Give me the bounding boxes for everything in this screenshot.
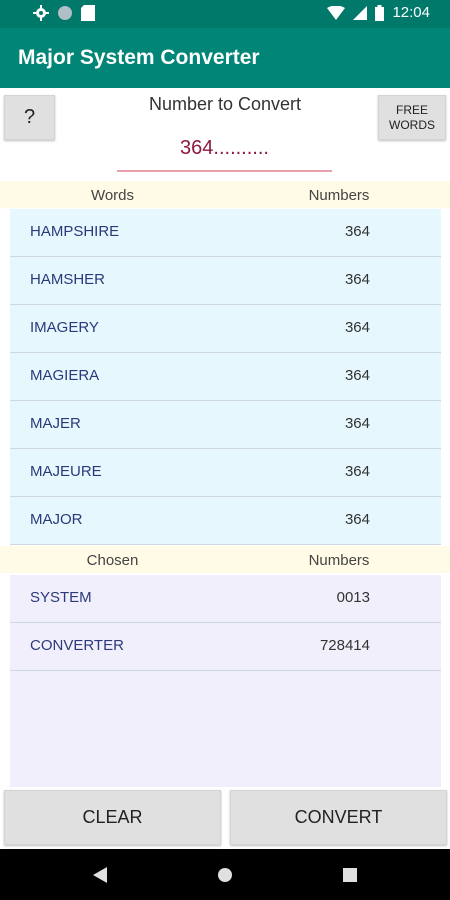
word-text: MAGIERA bbox=[30, 367, 100, 384]
word-number: 364 bbox=[344, 511, 370, 528]
number-input[interactable]: 364.......... bbox=[117, 137, 332, 160]
word-number: 364 bbox=[344, 223, 370, 240]
chosen-number: 728414 bbox=[319, 637, 370, 654]
navigation-bar bbox=[0, 849, 450, 900]
chosen-numbers-column-header: Numbers bbox=[308, 552, 370, 569]
chosen-word: CONVERTER bbox=[30, 637, 124, 654]
word-number: 364 bbox=[344, 367, 370, 384]
word-row[interactable]: HAMSHER 364 bbox=[10, 257, 441, 305]
words-header: Words Numbers bbox=[0, 181, 450, 208]
status-time: 12:04 bbox=[392, 4, 430, 21]
word-row[interactable]: MAJOR 364 bbox=[10, 497, 441, 545]
words-list: HAMPSHIRE 364 HAMSHER 364 IMAGERY 364 MAGIE… bbox=[10, 209, 441, 545]
battery-icon bbox=[375, 4, 385, 21]
word-text: MAJER bbox=[30, 415, 81, 432]
word-text: HAMSHER bbox=[30, 271, 106, 288]
free-words-button[interactable]: FREE WORDS bbox=[378, 95, 446, 140]
input-label: Number to Convert bbox=[148, 94, 302, 114]
convert-button[interactable]: CONVERT bbox=[230, 790, 447, 845]
word-text: MAJOR bbox=[30, 511, 83, 528]
back-icon[interactable] bbox=[88, 864, 112, 886]
status-icons-left bbox=[33, 5, 95, 21]
word-row[interactable]: IMAGERY 364 bbox=[10, 305, 441, 353]
chosen-number: 0013 bbox=[336, 589, 370, 606]
chosen-word: SYSTEM bbox=[30, 589, 92, 606]
chosen-column-header: Chosen bbox=[86, 552, 139, 569]
word-row[interactable]: HAMPSHIRE 364 bbox=[10, 209, 441, 257]
status-bar: 12:04 bbox=[0, 0, 450, 28]
sd-card-icon bbox=[81, 5, 95, 21]
word-row[interactable]: MAJER 364 bbox=[10, 401, 441, 449]
chosen-row[interactable]: SYSTEM 0013 bbox=[10, 575, 441, 623]
status-icons-right: 12:04 bbox=[327, 4, 430, 21]
app-bar: Major System Converter bbox=[0, 28, 450, 88]
settings-icon bbox=[33, 5, 49, 21]
word-number: 364 bbox=[344, 463, 370, 480]
word-number: 364 bbox=[344, 319, 370, 336]
chosen-header: Chosen Numbers bbox=[0, 546, 450, 573]
chosen-list: SYSTEM 0013 CONVERTER 728414 bbox=[10, 575, 441, 787]
recents-icon[interactable] bbox=[338, 864, 362, 886]
numbers-column-header: Numbers bbox=[308, 187, 370, 204]
circle-status-icon bbox=[58, 6, 72, 20]
word-number: 364 bbox=[344, 415, 370, 432]
chosen-row[interactable]: CONVERTER 728414 bbox=[10, 623, 441, 671]
word-text: IMAGERY bbox=[30, 319, 99, 336]
word-row[interactable]: MAJEURE 364 bbox=[10, 449, 441, 497]
help-button[interactable]: ? bbox=[4, 95, 55, 140]
words-column-header: Words bbox=[90, 187, 135, 204]
input-underline bbox=[117, 170, 332, 172]
signal-icon bbox=[353, 5, 368, 20]
word-number: 364 bbox=[344, 271, 370, 288]
word-row[interactable]: MAGIERA 364 bbox=[10, 353, 441, 401]
word-text: HAMPSHIRE bbox=[30, 223, 120, 240]
app-title: Major System Converter bbox=[18, 46, 260, 69]
clear-button[interactable]: CLEAR bbox=[4, 790, 221, 845]
home-icon[interactable] bbox=[213, 864, 237, 886]
word-text: MAJEURE bbox=[30, 463, 102, 480]
wifi-icon bbox=[327, 5, 346, 20]
